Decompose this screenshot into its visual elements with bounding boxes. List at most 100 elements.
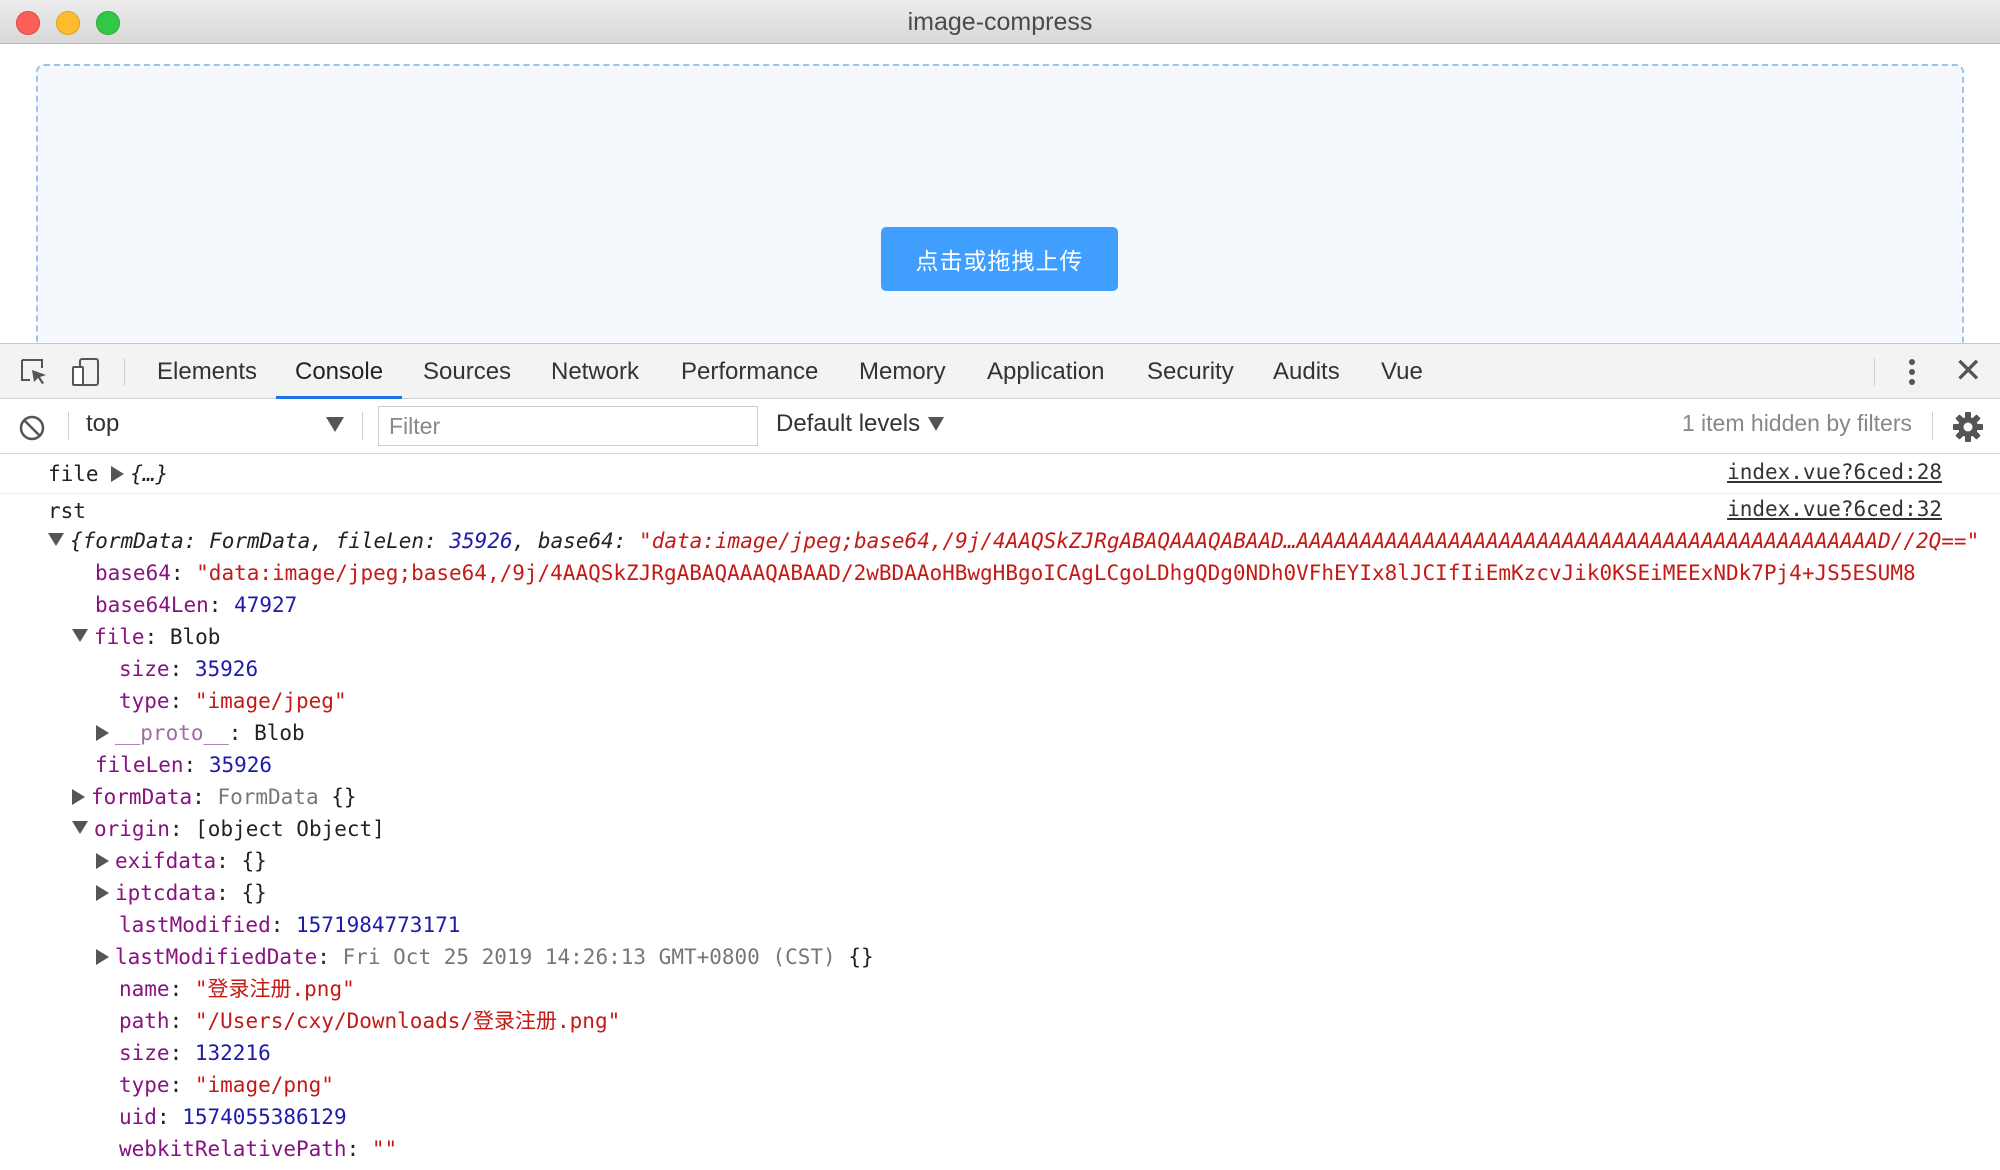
tab-vue[interactable]: Vue (1362, 344, 1442, 399)
property-row[interactable]: base64Len: 47927 (95, 589, 297, 621)
property-row[interactable]: exifdata: {} (96, 845, 267, 877)
tab-sources[interactable]: Sources (404, 344, 530, 399)
property-row[interactable]: iptcdata: {} (96, 877, 267, 909)
property-value: 35926 (194, 657, 259, 681)
expand-triangle-icon[interactable] (96, 885, 109, 901)
expand-triangle-icon[interactable] (96, 949, 109, 965)
property-key: exifdata (115, 849, 217, 873)
tab-application[interactable]: Application (968, 344, 1123, 399)
tab-memory[interactable]: Memory (840, 344, 965, 399)
tab-audits[interactable]: Audits (1254, 344, 1359, 399)
page-content: 点击或拖拽上传 (0, 45, 2000, 364)
property-key: path (119, 1009, 170, 1033)
property-row[interactable]: uid: 1574055386129 (119, 1101, 347, 1133)
property-row[interactable]: type: "image/png" (119, 1069, 334, 1101)
console-line[interactable]: file {…} (48, 458, 168, 490)
console-settings-gear-icon[interactable] (1952, 411, 1984, 443)
property-value: "image/jpeg" (194, 689, 347, 713)
upload-button[interactable]: 点击或拖拽上传 (881, 227, 1118, 291)
expand-triangle-icon[interactable] (72, 789, 85, 805)
summary-key: base64 (537, 529, 614, 553)
property-key: base64Len (95, 593, 209, 617)
summary-key: formData (82, 529, 184, 553)
property-row[interactable]: file: Blob (72, 621, 220, 653)
property-row[interactable]: fileLen: 35926 (95, 749, 272, 781)
property-key: lastModified (119, 913, 271, 937)
tab-network[interactable]: Network (532, 344, 658, 399)
tab-console[interactable]: Console (276, 344, 403, 399)
context-dropdown-icon[interactable] (326, 417, 344, 432)
property-braces: {} (331, 785, 357, 809)
log-levels-dropdown[interactable]: Default levels (776, 410, 920, 438)
property-value: "data:image/jpeg;base64,/9j/4AAQSkZJRgAB… (196, 561, 1916, 585)
expand-triangle-icon[interactable] (96, 725, 109, 741)
source-link[interactable]: index.vue?6ced:32 (1727, 497, 1942, 521)
window-titlebar: image-compress (0, 0, 2000, 44)
property-row[interactable]: origin: [object Object] (72, 813, 385, 845)
property-value: Blob (254, 721, 305, 745)
property-value: Blob (169, 625, 221, 649)
property-row[interactable]: lastModifiedDate: Fri Oct 25 2019 14:26:… (96, 941, 874, 973)
property-key: size (119, 657, 170, 681)
console-filterbar: top Default levels 1 item hidden by filt… (0, 400, 2000, 454)
devtools-tabbar: Elements Console Sources Network Perform… (0, 344, 2000, 399)
property-value: "/Users/cxy/Downloads/登录注册.png" (194, 1009, 621, 1033)
property-value: {} (241, 849, 267, 873)
property-row[interactable]: path: "/Users/cxy/Downloads/登录注册.png" (119, 1005, 620, 1037)
summary-value: "data:image/jpeg;base64,/9j/4AAQSkZJRgAB… (639, 529, 1980, 553)
filter-input[interactable] (378, 406, 758, 446)
property-row[interactable]: size: 35926 (119, 653, 258, 685)
property-row[interactable]: webkitRelativePath: "" (119, 1133, 397, 1165)
tab-security[interactable]: Security (1128, 344, 1253, 399)
property-row[interactable]: formData: FormData {} (72, 781, 357, 813)
filterbar-separator (1932, 412, 1933, 440)
property-value: 1574055386129 (182, 1105, 347, 1129)
devtools-panel: Elements Console Sources Network Perform… (0, 343, 2000, 1170)
property-key: type (119, 1073, 170, 1097)
console-output: file {…} index.vue?6ced:28 rst index.vue… (0, 455, 2000, 1170)
property-value: {} (241, 881, 267, 905)
upload-drop-zone[interactable] (36, 64, 1964, 364)
close-devtools-icon[interactable]: ✕ (1954, 354, 1983, 388)
property-key: base64 (95, 561, 171, 585)
property-value: 35926 (208, 753, 273, 777)
levels-dropdown-icon[interactable] (928, 417, 944, 431)
context-selector[interactable]: top (86, 410, 119, 438)
summary-value: 35926 (449, 529, 513, 553)
summary-value: FormData (209, 529, 311, 553)
clear-console-icon[interactable] (18, 414, 46, 442)
toolbar-separator (124, 358, 125, 386)
property-key: origin (94, 817, 170, 841)
property-value: Fri Oct 25 2019 14:26:13 GMT+0800 (CST) (342, 945, 836, 969)
device-toolbar-icon[interactable] (70, 356, 102, 388)
object-summary-row[interactable]: {formData: FormData, fileLen: 35926, bas… (48, 525, 1979, 557)
property-key: type (119, 689, 170, 713)
property-row[interactable]: name: "登录注册.png" (119, 973, 355, 1005)
inspect-element-icon[interactable] (18, 356, 50, 388)
tab-elements[interactable]: Elements (138, 344, 276, 399)
collapse-triangle-icon[interactable] (72, 629, 88, 642)
property-row[interactable]: base64: "data:image/jpeg;base64,/9j/4AAQ… (95, 557, 1916, 589)
expand-triangle-icon[interactable] (111, 466, 125, 482)
property-key: formData (91, 785, 193, 809)
property-value: "image/png" (194, 1073, 334, 1097)
tab-performance[interactable]: Performance (662, 344, 837, 399)
property-value: "" (371, 1137, 398, 1161)
property-value: FormData (217, 785, 319, 809)
collapse-triangle-icon[interactable] (72, 821, 88, 834)
property-key: size (119, 1041, 170, 1065)
property-row[interactable]: size: 132216 (119, 1037, 271, 1069)
property-value: 132216 (194, 1041, 271, 1065)
property-value: "登录注册.png" (194, 977, 355, 1001)
property-row[interactable]: __proto__: Blob (96, 717, 305, 749)
source-link[interactable]: index.vue?6ced:28 (1727, 460, 1942, 484)
property-value: 1571984773171 (296, 913, 461, 937)
expand-triangle-icon[interactable] (96, 853, 109, 869)
log-label: file (48, 462, 99, 486)
object-preview[interactable]: {…} (130, 462, 168, 486)
property-row[interactable]: lastModified: 1571984773171 (119, 909, 460, 941)
collapse-triangle-icon[interactable] (48, 533, 64, 546)
more-options-icon[interactable] (1898, 356, 1926, 388)
property-row[interactable]: type: "image/jpeg" (119, 685, 347, 717)
filterbar-separator (362, 412, 363, 440)
